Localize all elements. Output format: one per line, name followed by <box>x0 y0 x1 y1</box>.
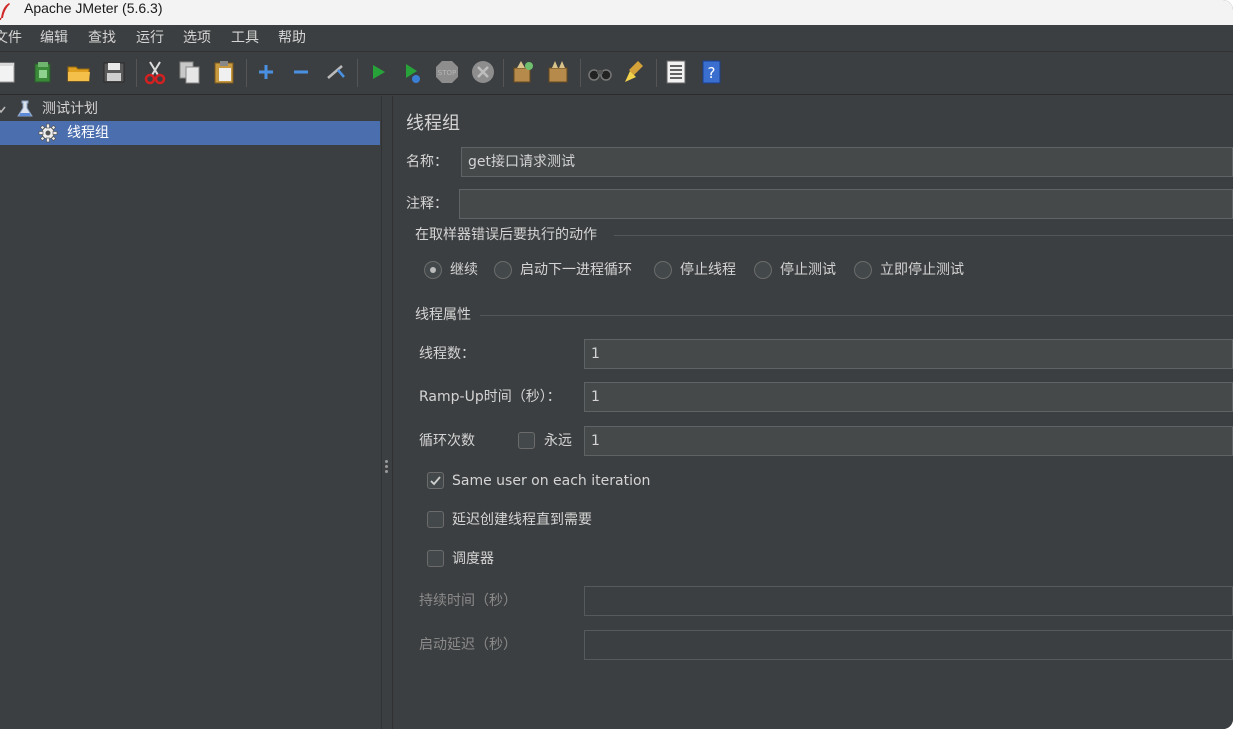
scheduler-checkbox[interactable] <box>427 550 444 567</box>
search-icon[interactable] <box>586 58 614 86</box>
toolbar-separator <box>357 59 358 87</box>
paste-icon[interactable] <box>211 58 239 86</box>
delay-thread-creation-checkbox[interactable] <box>427 511 444 528</box>
group-divider <box>480 315 1233 316</box>
test-plan-tree <box>0 96 381 729</box>
reset-search-icon[interactable] <box>621 58 649 86</box>
shutdown-icon[interactable] <box>469 58 497 86</box>
thread-group-editor: 线程组 名称： get接口请求测试 注释： 在取样器错误后要执行的动作 继续 启… <box>394 96 1233 729</box>
window-title: Apache JMeter (5.6.3) <box>24 0 163 16</box>
collapse-icon[interactable] <box>287 58 315 86</box>
radio-label-stop-test: 停止测试 <box>780 262 836 278</box>
open-icon[interactable] <box>65 58 93 86</box>
save-icon[interactable] <box>100 58 128 86</box>
svg-text:?: ? <box>708 64 716 82</box>
startup-delay-label: 启动延迟（秒） <box>419 637 517 653</box>
svg-text:STOP: STOP <box>438 69 456 77</box>
radio-continue[interactable] <box>424 261 442 279</box>
radio-stop-thread[interactable] <box>654 261 672 279</box>
group-divider <box>614 235 1233 236</box>
startup-delay-field[interactable] <box>584 630 1233 660</box>
toolbar-separator <box>580 59 581 87</box>
test-plan-icon <box>16 100 34 118</box>
radio-label-stop-thread: 停止线程 <box>680 262 736 278</box>
gear-icon <box>38 123 58 143</box>
jmeter-window: Apache JMeter (5.6.3) 文件 编辑 查找 运行 选项 工具 … <box>0 0 1233 729</box>
radio-stop-test[interactable] <box>754 261 772 279</box>
menu-bar: 文件 编辑 查找 运行 选项 工具 帮助 <box>0 25 1233 52</box>
scheduler-label: 调度器 <box>452 551 494 567</box>
rampup-label: Ramp-Up时间（秒）： <box>419 389 561 405</box>
radio-label-start-next-loop: 启动下一进程循环 <box>520 262 632 278</box>
function-helper-icon[interactable] <box>662 58 690 86</box>
toolbar-separator <box>246 59 247 87</box>
stop-icon[interactable]: STOP <box>433 58 461 86</box>
menu-run[interactable]: 运行 <box>136 28 164 48</box>
radio-start-next-loop[interactable] <box>494 261 512 279</box>
title-bar: Apache JMeter (5.6.3) <box>0 0 1233 25</box>
threads-label: 线程数： <box>419 346 475 362</box>
radio-label-continue: 继续 <box>450 262 478 278</box>
loop-count-field[interactable]: 1 <box>584 426 1233 456</box>
radio-stop-test-now[interactable] <box>854 261 872 279</box>
name-label: 名称： <box>406 154 448 170</box>
help-icon[interactable]: ? <box>697 58 725 86</box>
jmeter-feather-icon <box>0 2 12 21</box>
pane-splitter[interactable] <box>381 96 393 729</box>
toggle-icon[interactable] <box>322 58 350 86</box>
tree-item-test-plan[interactable]: 测试计划 <box>14 97 374 121</box>
expand-icon[interactable] <box>252 58 280 86</box>
menu-search[interactable]: 查找 <box>88 28 116 48</box>
forever-checkbox[interactable] <box>518 432 535 449</box>
templates-icon[interactable] <box>29 58 57 86</box>
tree-item-thread-group[interactable]: 线程组 <box>0 121 380 145</box>
chevron-down-icon[interactable] <box>0 102 6 114</box>
menu-file[interactable]: 文件 <box>0 28 22 48</box>
duration-label: 持续时间（秒） <box>419 593 517 609</box>
tree-item-label: 测试计划 <box>42 101 98 117</box>
name-field[interactable]: get接口请求测试 <box>461 147 1233 177</box>
thread-props-group-title: 线程属性 <box>415 307 471 323</box>
menu-help[interactable]: 帮助 <box>278 28 306 48</box>
forever-label: 永远 <box>544 433 572 449</box>
checkmark-icon <box>430 476 441 486</box>
toolbar-separator <box>656 59 657 87</box>
toolbar-separator <box>503 59 504 87</box>
drag-handle-icon[interactable] <box>385 460 389 478</box>
menu-tools[interactable]: 工具 <box>231 28 259 48</box>
comment-field[interactable] <box>459 189 1233 219</box>
radio-label-stop-test-now: 立即停止测试 <box>880 262 964 278</box>
menu-options[interactable]: 选项 <box>183 28 211 48</box>
cut-icon[interactable] <box>141 58 169 86</box>
tree-item-label: 线程组 <box>67 125 109 141</box>
toolbar: STOP ? <box>0 52 1233 95</box>
start-no-pause-icon[interactable] <box>398 58 426 86</box>
clear-all-icon[interactable] <box>545 58 573 86</box>
threads-field[interactable]: 1 <box>584 339 1233 369</box>
menu-edit[interactable]: 编辑 <box>40 28 68 48</box>
copy-icon[interactable] <box>176 58 204 86</box>
rampup-field[interactable]: 1 <box>584 382 1233 412</box>
duration-field[interactable] <box>584 586 1233 616</box>
clear-icon[interactable] <box>509 58 537 86</box>
page-title: 线程组 <box>406 113 460 134</box>
on-error-group-title: 在取样器错误后要执行的动作 <box>415 227 597 243</box>
loop-count-label: 循环次数 <box>419 433 475 449</box>
same-user-checkbox[interactable] <box>427 472 444 489</box>
toolbar-separator <box>136 59 137 87</box>
start-icon[interactable] <box>364 58 392 86</box>
comment-label: 注释： <box>406 196 448 212</box>
new-icon[interactable] <box>0 58 22 86</box>
same-user-label: Same user on each iteration <box>452 473 651 489</box>
delay-thread-creation-label: 延迟创建线程直到需要 <box>452 512 592 528</box>
